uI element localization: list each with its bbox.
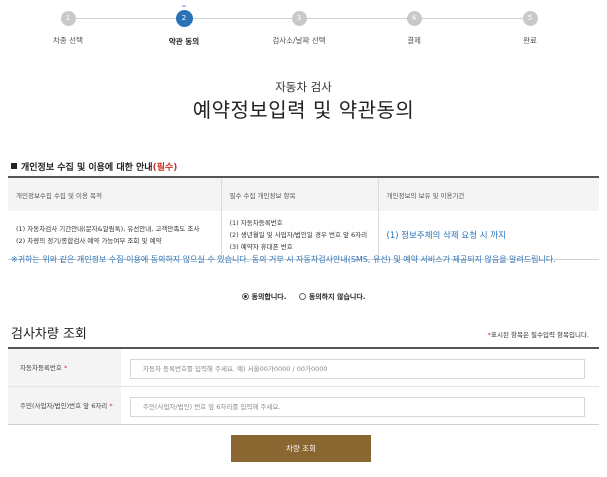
privacy-section-heading: 개인정보 수집 및 이용에 대한 안내(필수) xyxy=(11,160,177,173)
items-line-1: (1) 자동차등록번호 xyxy=(229,218,283,227)
required-marker: (필수) xyxy=(152,163,178,173)
vehicle-lookup-button[interactable]: 차량 조회 xyxy=(231,435,371,462)
plate-number-input[interactable] xyxy=(130,358,585,379)
id-label: 주민(사업자/법인)번호 앞 6자리 * xyxy=(8,386,121,424)
form-row-id: 주민(사업자/법인)번호 앞 6자리 * xyxy=(8,386,599,424)
step-3-number: 3 xyxy=(291,11,307,26)
lookup-form: 자동차등록번호 * 주민(사업자/법인)번호 앞 6자리 * xyxy=(8,347,599,425)
disagree-label[interactable]: 동의하지 않습니다. xyxy=(309,293,366,301)
privacy-table-row: (1) 자동차검사 기간안내(문자&알림톡), 유선안내, 고객만족도 조사 (… xyxy=(8,211,599,259)
column-header-items: 필수 수집 개인정보 항목 xyxy=(221,177,379,211)
step-4-number: 4 xyxy=(406,11,422,26)
step-5-number: 5 xyxy=(522,11,538,26)
radio-checked-icon[interactable] xyxy=(241,293,249,300)
plate-label-text: 자동차등록번호 xyxy=(20,364,62,373)
disagree-radio[interactable]: 동의하지 않습니다. xyxy=(298,292,366,302)
id-number-input[interactable] xyxy=(130,396,585,417)
step-5: 5 완료 xyxy=(470,0,590,46)
items-line-2: (2) 생년월일 및 사업자/법인일 경우 번호 앞 6자리 xyxy=(229,230,368,239)
step-1-number: 1 xyxy=(60,11,76,26)
privacy-heading-text: 개인정보 수집 및 이용에 대한 안내 xyxy=(21,163,153,173)
plate-label: 자동차등록번호 * xyxy=(8,348,121,387)
page-subtitle: 자동차 검사 xyxy=(275,80,332,94)
agree-radio[interactable]: 동의합니다. xyxy=(241,292,287,302)
progress-stepper: 1 차종 선택 ⌄ 2 약관 동의 3 검사소/날짜 선택 4 결제 5 완료 xyxy=(0,0,607,52)
id-label-text: 주민(사업자/법인)번호 앞 6자리 xyxy=(20,402,108,410)
privacy-table-header: 개인정보수집 수집 및 이용 목적 필수 수집 개인정보 항목 개인정보의 보유… xyxy=(8,177,599,211)
step-3-label: 검사소/날짜 선택 xyxy=(272,36,326,45)
purpose-line-2: (2) 차량의 정기/종합검사 예약 가능여부 조회 및 예약 xyxy=(16,236,162,245)
step-4: 4 결제 xyxy=(354,0,474,46)
step-3: 3 검사소/날짜 선택 xyxy=(239,0,359,46)
form-row-plate: 자동차등록번호 * xyxy=(8,348,599,387)
purpose-cell: (1) 자동차검사 기간안내(문자&알림톡), 유선안내, 고객만족도 조사 (… xyxy=(8,211,222,259)
consent-radio-group: 동의합니다. 동의하지 않습니다. xyxy=(0,292,607,302)
items-line-3: (3) 예약자 휴대폰 번호 xyxy=(229,242,293,251)
retention-cell: (1) 정보주체의 삭제 요청 시 까지 xyxy=(386,230,506,241)
required-fields-note: *표시된 항목은 필수입력 항목입니다. xyxy=(488,329,589,339)
id-required-star: * xyxy=(109,402,113,410)
column-header-retention: 개인정보의 보유 및 이용기간 xyxy=(378,177,599,211)
step-5-label: 완료 xyxy=(523,36,537,45)
step-1: 1 차종 선택 xyxy=(8,0,128,46)
purpose-line-1: (1) 자동차검사 기간안내(문자&알림톡), 유선안내, 고객만족도 조사 xyxy=(16,224,200,233)
plate-required-star: * xyxy=(63,364,68,373)
step-2-number: 2 xyxy=(175,10,193,27)
step-4-label: 결제 xyxy=(407,36,421,45)
radio-unchecked-icon[interactable] xyxy=(298,293,306,300)
step-2: ⌄ 2 약관 동의 xyxy=(124,0,244,47)
consent-notice: ※귀하는 위와 같은 개인정보 수집·이용에 동의하지 않으실 수 있습니다. … xyxy=(11,255,556,264)
agree-label[interactable]: 동의합니다. xyxy=(252,293,287,301)
step-1-label: 차종 선택 xyxy=(53,36,83,45)
lookup-section-title: 검사차량 조회 xyxy=(11,327,87,342)
page-title: 예약정보입력 및 약관동의 xyxy=(192,98,415,122)
step-2-label: 약관 동의 xyxy=(168,37,200,46)
required-note-text: 표시된 항목은 필수입력 항목입니다. xyxy=(491,331,589,339)
items-cell: (1) 자동차등록번호 (2) 생년월일 및 사업자/법인일 경우 번호 앞 6… xyxy=(221,211,379,259)
square-bullet-icon xyxy=(11,163,17,169)
column-header-purpose: 개인정보수집 수집 및 이용 목적 xyxy=(8,177,222,211)
current-step-chevron-icon: ⌄ xyxy=(180,0,188,9)
privacy-table: 개인정보수집 수집 및 이용 목적 필수 수집 개인정보 항목 개인정보의 보유… xyxy=(8,176,599,260)
